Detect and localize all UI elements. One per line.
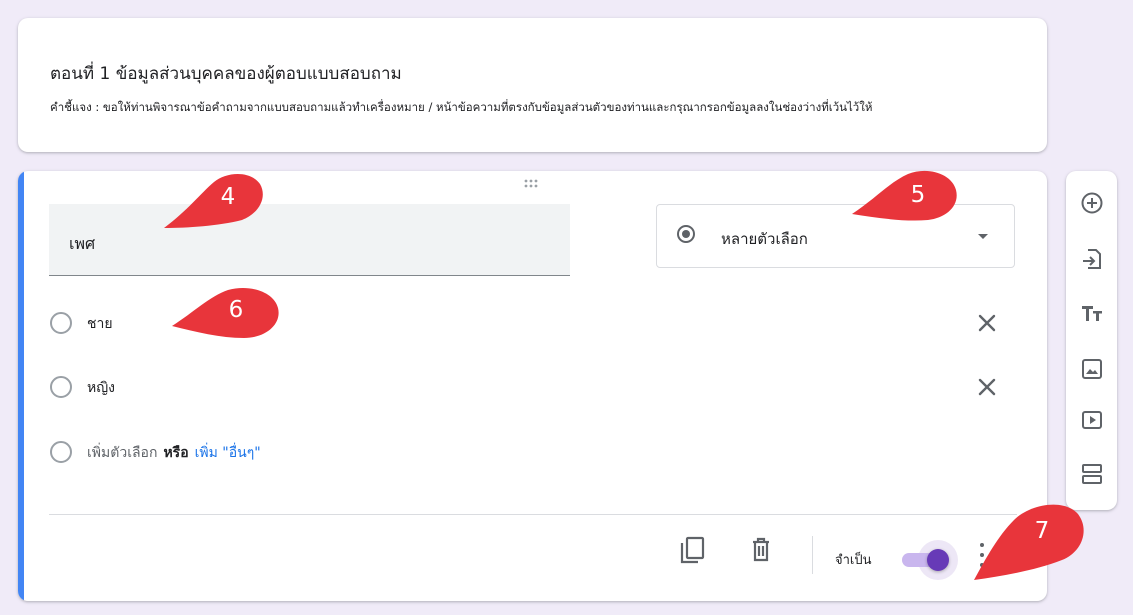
section-header-card[interactable]: ตอนที่ 1 ข้อมูลส่วนบุคคลของผู้ตอบแบบสอบถ…	[18, 18, 1047, 152]
callout-number: 7	[1034, 518, 1050, 544]
radio-button-icon	[677, 225, 695, 243]
required-toggle[interactable]	[894, 540, 958, 580]
remove-option-button[interactable]	[972, 308, 1002, 338]
callout-6: 6	[168, 286, 284, 344]
delete-button[interactable]	[745, 534, 777, 566]
side-toolbar	[1066, 171, 1117, 510]
footer-vertical-divider	[812, 536, 813, 574]
question-title-input[interactable]: เพศ	[49, 204, 570, 276]
option-row[interactable]: หญิง	[50, 372, 1010, 402]
radio-icon	[50, 441, 72, 463]
add-question-icon	[1081, 192, 1103, 214]
callout-4: 4	[158, 170, 268, 232]
delete-icon	[753, 537, 769, 562]
option-label[interactable]: หญิง	[87, 377, 115, 399]
required-label: จำเป็น	[835, 553, 872, 568]
callout-number: 4	[220, 184, 236, 210]
section-description[interactable]: คำชี้แจง : ขอให้ท่านพิจารณาข้อคำถามจากแบ…	[50, 99, 1020, 115]
add-image-button[interactable]	[1079, 356, 1105, 382]
add-section-button[interactable]	[1079, 461, 1105, 487]
callout-7: 7	[964, 500, 1088, 582]
close-icon	[978, 314, 996, 332]
option-label[interactable]: ชาย	[87, 313, 113, 335]
duplicate-button[interactable]	[676, 534, 708, 566]
remove-option-button[interactable]	[972, 372, 1002, 402]
toggle-thumb	[927, 549, 949, 571]
footer-divider	[49, 514, 1017, 515]
drag-handle-icon[interactable]	[520, 177, 542, 199]
or-text: หรือ	[163, 445, 189, 461]
add-other-link[interactable]: เพิ่ม "อื่นๆ"	[195, 445, 261, 461]
import-questions-button[interactable]	[1079, 246, 1105, 272]
import-questions-icon	[1083, 249, 1101, 269]
question-type-label: หลายตัวเลือก	[721, 230, 808, 248]
question-card[interactable]: เพศ หลายตัวเลือก ชาย หญิง เพิ่มตัวเลือก ห…	[18, 171, 1047, 601]
dropdown-arrow-icon	[978, 234, 988, 239]
radio-icon	[50, 376, 72, 398]
callout-number: 5	[910, 182, 926, 208]
add-video-button[interactable]	[1079, 407, 1105, 433]
add-option-line: เพิ่มตัวเลือก หรือ เพิ่ม "อื่นๆ"	[87, 442, 261, 464]
close-icon	[978, 378, 996, 396]
add-option-row: เพิ่มตัวเลือก หรือ เพิ่ม "อื่นๆ"	[50, 437, 1010, 467]
add-title-button[interactable]	[1079, 300, 1105, 326]
add-question-button[interactable]	[1079, 190, 1105, 216]
add-video-icon	[1082, 411, 1102, 429]
question-title-text: เพศ	[69, 234, 96, 253]
callout-number: 6	[228, 297, 244, 323]
duplicate-icon	[680, 536, 705, 564]
active-indicator-bar	[18, 171, 24, 601]
add-title-icon	[1082, 306, 1102, 321]
add-option-link[interactable]: เพิ่มตัวเลือก	[87, 445, 157, 461]
add-section-icon	[1082, 464, 1102, 484]
radio-icon	[50, 312, 72, 334]
section-title[interactable]: ตอนที่ 1 ข้อมูลส่วนบุคคลของผู้ตอบแบบสอบถ…	[50, 60, 402, 87]
add-image-icon	[1082, 359, 1102, 379]
callout-5: 5	[848, 168, 964, 230]
